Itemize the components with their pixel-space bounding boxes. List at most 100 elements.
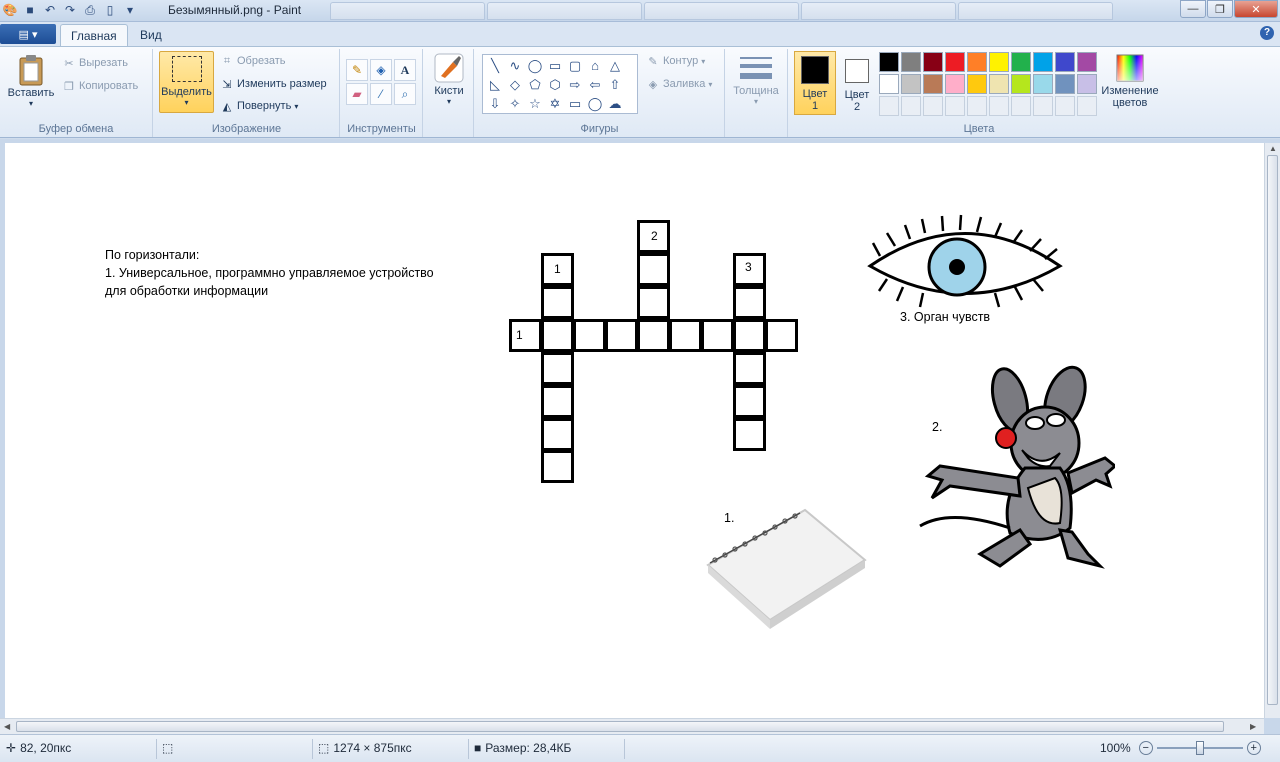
custom-color-slot[interactable] [1055, 96, 1075, 116]
scroll-up-icon[interactable]: ▲ [1269, 144, 1277, 153]
palette-swatch[interactable] [901, 74, 921, 94]
palette-swatch[interactable] [923, 74, 943, 94]
size-button[interactable]: Толщина ▾ [730, 51, 782, 106]
cloud-callout-shape-icon[interactable]: ☁ [605, 94, 625, 113]
eraser-icon[interactable]: ▰ [346, 83, 368, 105]
rectangle-shape-icon[interactable]: ▭ [545, 56, 565, 75]
palette-swatch[interactable] [1033, 52, 1053, 72]
background-tab[interactable] [330, 2, 485, 20]
palette-swatch[interactable] [923, 52, 943, 72]
maximize-button[interactable]: ❐ [1207, 0, 1233, 18]
background-tab[interactable] [958, 2, 1113, 20]
redo-icon[interactable]: ↷ [62, 2, 78, 18]
minimize-button[interactable]: — [1180, 0, 1206, 18]
palette-swatch[interactable] [1055, 74, 1075, 94]
select-button[interactable]: Выделить ▾ [159, 51, 214, 113]
tab-home[interactable]: Главная [60, 24, 128, 46]
pencil-icon[interactable]: ✎ [346, 59, 368, 81]
palette-swatch[interactable] [1011, 52, 1031, 72]
down-arrow-shape-icon[interactable]: ⇩ [485, 94, 505, 113]
polygon-shape-icon[interactable]: ⌂ [585, 56, 605, 75]
palette-swatch[interactable] [879, 74, 899, 94]
palette-swatch[interactable] [967, 74, 987, 94]
custom-color-slot[interactable] [967, 96, 987, 116]
print-preview-icon[interactable]: ⎙ [82, 2, 98, 18]
background-tab[interactable] [801, 2, 956, 20]
oval-shape-icon[interactable]: ◯ [525, 56, 545, 75]
right-arrow-shape-icon[interactable]: ⇨ [565, 75, 585, 94]
custom-color-slot[interactable] [923, 96, 943, 116]
left-arrow-shape-icon[interactable]: ⇦ [585, 75, 605, 94]
custom-color-slot[interactable] [879, 96, 899, 116]
curve-shape-icon[interactable]: ∿ [505, 56, 525, 75]
custom-color-slot[interactable] [1077, 96, 1097, 116]
palette-swatch[interactable] [989, 52, 1009, 72]
background-tab[interactable] [644, 2, 799, 20]
palette-swatch[interactable] [945, 74, 965, 94]
oval-callout-shape-icon[interactable]: ◯ [585, 94, 605, 113]
palette-swatch[interactable] [1077, 52, 1097, 72]
color1-button[interactable]: Цвет 1 [794, 51, 836, 115]
outline-button[interactable]: ✎ Контур ▾ [646, 54, 705, 68]
palette-swatch[interactable] [1055, 52, 1075, 72]
zoom-out-icon[interactable]: − [1138, 741, 1153, 755]
palette-swatch[interactable] [879, 52, 899, 72]
custom-color-slot[interactable] [945, 96, 965, 116]
custom-color-slot[interactable] [901, 96, 921, 116]
undo-icon[interactable]: ↶ [42, 2, 58, 18]
help-icon[interactable]: ? [1260, 26, 1274, 40]
zoom-slider-thumb[interactable] [1195, 741, 1204, 755]
zoom-in-icon[interactable]: + [1246, 741, 1261, 755]
palette-swatch[interactable] [1033, 74, 1053, 94]
five-point-star-shape-icon[interactable]: ☆ [525, 94, 545, 113]
vertical-scroll-thumb[interactable] [1267, 155, 1278, 705]
edit-colors-button[interactable]: Изменение цветов [1098, 51, 1162, 109]
background-tab[interactable] [487, 2, 642, 20]
triangle-shape-icon[interactable]: △ [605, 56, 625, 75]
palette-swatch[interactable] [989, 74, 1009, 94]
fill-bucket-icon[interactable]: ◈ [370, 59, 392, 81]
cut-button[interactable]: ✂ Вырезать [62, 56, 128, 70]
palette-swatch[interactable] [945, 52, 965, 72]
app-menu-button[interactable]: ▤ ▾ [0, 24, 56, 44]
color2-button[interactable]: Цвет 2 [836, 51, 878, 115]
rotate-button[interactable]: ◭ Повернуть ▾ [220, 99, 299, 113]
palette-swatch[interactable] [901, 52, 921, 72]
custom-color-slot[interactable] [989, 96, 1009, 116]
copy-button[interactable]: ❐ Копировать [62, 79, 138, 93]
diamond-shape-icon[interactable]: ◇ [505, 75, 525, 94]
scroll-left-icon[interactable]: ◀ [4, 722, 10, 731]
close-button[interactable]: ✕ [1234, 0, 1278, 18]
hexagon-shape-icon[interactable]: ⬡ [545, 75, 565, 94]
scroll-right-icon[interactable]: ▶ [1250, 722, 1256, 731]
fill-button[interactable]: ◈ Заливка ▾ [646, 77, 713, 91]
line-shape-icon[interactable]: ╲ [485, 56, 505, 75]
customize-qat-icon[interactable]: ▾ [122, 2, 138, 18]
pentagon-shape-icon[interactable]: ⬠ [525, 75, 545, 94]
crop-button[interactable]: ⌗ Обрезать [220, 54, 286, 68]
paste-button[interactable]: Вставить ▾ [6, 53, 56, 108]
four-point-star-shape-icon[interactable]: ✧ [505, 94, 525, 113]
drawing-canvas[interactable]: По горизонтали: 1. Универсальное, програ… [5, 143, 1264, 718]
save-icon[interactable]: ■ [22, 2, 38, 18]
horizontal-scroll-thumb[interactable] [16, 721, 1224, 732]
horizontal-scrollbar[interactable]: ◀ ▶ [0, 718, 1264, 734]
palette-swatch[interactable] [1077, 74, 1097, 94]
palette-swatch[interactable] [1011, 74, 1031, 94]
color-picker-icon[interactable]: ⁄ [370, 83, 392, 105]
magnifier-icon[interactable]: ⌕ [394, 83, 416, 105]
new-file-icon[interactable]: ▯ [102, 2, 118, 18]
custom-color-slot[interactable] [1011, 96, 1031, 116]
rect-callout-shape-icon[interactable]: ▭ [565, 94, 585, 113]
tab-view[interactable]: Вид [130, 24, 172, 46]
resize-button[interactable]: ⇲ Изменить размер [220, 77, 326, 91]
brushes-button[interactable]: Кисти ▾ [428, 51, 470, 106]
zoom-slider[interactable] [1156, 741, 1243, 755]
six-point-star-shape-icon[interactable]: ✡ [545, 94, 565, 113]
paint-app-icon[interactable]: 🎨 [2, 2, 18, 18]
custom-color-slot[interactable] [1033, 96, 1053, 116]
right-triangle-shape-icon[interactable]: ◺ [485, 75, 505, 94]
palette-swatch[interactable] [967, 52, 987, 72]
vertical-scrollbar[interactable]: ▲ [1264, 143, 1280, 718]
up-arrow-shape-icon[interactable]: ⇧ [605, 75, 625, 94]
